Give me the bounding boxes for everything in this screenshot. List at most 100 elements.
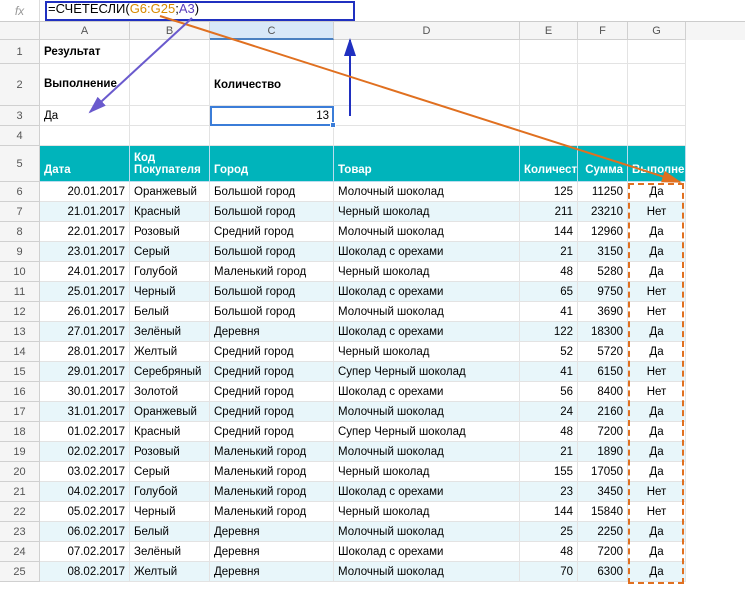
row-header[interactable]: 8 bbox=[0, 222, 40, 242]
cell-buyer[interactable]: Розовый bbox=[130, 222, 210, 242]
cell-date[interactable]: 07.02.2017 bbox=[40, 542, 130, 562]
cell-product[interactable]: Молочный шоколад bbox=[334, 522, 520, 542]
cell-buyer[interactable]: Желтый bbox=[130, 342, 210, 362]
cell-product[interactable]: Шоколад с орехами bbox=[334, 482, 520, 502]
cell-done[interactable]: Да bbox=[628, 242, 686, 262]
cell-a3[interactable]: Да bbox=[40, 106, 130, 126]
cell-city[interactable]: Деревня bbox=[210, 542, 334, 562]
cell[interactable] bbox=[578, 40, 628, 64]
cell-qty[interactable]: 144 bbox=[520, 222, 578, 242]
cell-product[interactable]: Супер Черный шоколад bbox=[334, 422, 520, 442]
cell-city[interactable]: Маленький город bbox=[210, 262, 334, 282]
cell-product[interactable]: Шоколад с орехами bbox=[334, 322, 520, 342]
cell-sum[interactable]: 5280 bbox=[578, 262, 628, 282]
cell-date[interactable]: 29.01.2017 bbox=[40, 362, 130, 382]
cell-product[interactable]: Черный шоколад bbox=[334, 502, 520, 522]
cell-product[interactable]: Молочный шоколад bbox=[334, 222, 520, 242]
cell[interactable] bbox=[628, 40, 686, 64]
cell-city[interactable]: Деревня bbox=[210, 322, 334, 342]
cell-done[interactable]: Да bbox=[628, 262, 686, 282]
cell[interactable] bbox=[130, 64, 210, 106]
cell-date[interactable]: 03.02.2017 bbox=[40, 462, 130, 482]
cell[interactable] bbox=[130, 106, 210, 126]
cell-city[interactable]: Средний город bbox=[210, 422, 334, 442]
cell[interactable] bbox=[130, 126, 210, 146]
row-header[interactable]: 23 bbox=[0, 522, 40, 542]
cell-date[interactable]: 05.02.2017 bbox=[40, 502, 130, 522]
cell[interactable] bbox=[578, 106, 628, 126]
cell-product[interactable]: Черный шоколад bbox=[334, 342, 520, 362]
col-header-a[interactable]: A bbox=[40, 22, 130, 40]
cell-done[interactable]: Нет bbox=[628, 282, 686, 302]
cell-done[interactable]: Нет bbox=[628, 502, 686, 522]
fx-icon[interactable]: fx bbox=[0, 0, 40, 21]
cell-sum[interactable]: 15840 bbox=[578, 502, 628, 522]
cell-qty[interactable]: 125 bbox=[520, 182, 578, 202]
cell-qty[interactable]: 41 bbox=[520, 362, 578, 382]
cell-buyer[interactable]: Золотой bbox=[130, 382, 210, 402]
cell-city[interactable]: Большой город bbox=[210, 302, 334, 322]
col-header-e[interactable]: E bbox=[520, 22, 578, 40]
row-header[interactable]: 17 bbox=[0, 402, 40, 422]
cell-city[interactable]: Маленький город bbox=[210, 482, 334, 502]
cell-date[interactable]: 28.01.2017 bbox=[40, 342, 130, 362]
cell-done[interactable]: Да bbox=[628, 542, 686, 562]
cell-done[interactable]: Нет bbox=[628, 362, 686, 382]
cell-city[interactable]: Деревня bbox=[210, 522, 334, 542]
cell-city[interactable]: Деревня bbox=[210, 562, 334, 582]
cell-buyer[interactable]: Голубой bbox=[130, 262, 210, 282]
cell-date[interactable]: 21.01.2017 bbox=[40, 202, 130, 222]
cell-qty[interactable]: 144 bbox=[520, 502, 578, 522]
cell[interactable] bbox=[520, 40, 578, 64]
cell-buyer[interactable]: Зелёный bbox=[130, 542, 210, 562]
cell[interactable] bbox=[40, 126, 130, 146]
row-header[interactable]: 7 bbox=[0, 202, 40, 222]
row-header[interactable]: 12 bbox=[0, 302, 40, 322]
cell[interactable] bbox=[334, 126, 520, 146]
cell-qty[interactable]: 48 bbox=[520, 422, 578, 442]
cell-a2[interactable]: Выполнение bbox=[40, 64, 130, 106]
cell-sum[interactable]: 23210 bbox=[578, 202, 628, 222]
cell-sum[interactable]: 2250 bbox=[578, 522, 628, 542]
cell-city[interactable]: Средний город bbox=[210, 222, 334, 242]
row-header[interactable]: 2 bbox=[0, 64, 40, 106]
col-header-c[interactable]: C bbox=[210, 22, 334, 40]
cell-product[interactable]: Молочный шоколад bbox=[334, 562, 520, 582]
cell-sum[interactable]: 6150 bbox=[578, 362, 628, 382]
cell-qty[interactable]: 122 bbox=[520, 322, 578, 342]
row-header[interactable]: 13 bbox=[0, 322, 40, 342]
data-header-date[interactable]: Дата bbox=[40, 146, 130, 182]
cell-product[interactable]: Шоколад с орехами bbox=[334, 542, 520, 562]
row-header[interactable]: 9 bbox=[0, 242, 40, 262]
cell[interactable] bbox=[130, 40, 210, 64]
cell-city[interactable]: Маленький город bbox=[210, 462, 334, 482]
cell-done[interactable]: Да bbox=[628, 182, 686, 202]
cell-product[interactable]: Черный шоколад bbox=[334, 202, 520, 222]
cell-qty[interactable]: 70 bbox=[520, 562, 578, 582]
cell-product[interactable]: Молочный шоколад bbox=[334, 442, 520, 462]
cell-buyer[interactable]: Серый bbox=[130, 242, 210, 262]
cell-sum[interactable]: 3150 bbox=[578, 242, 628, 262]
cell-qty[interactable]: 211 bbox=[520, 202, 578, 222]
cell-buyer[interactable]: Серый bbox=[130, 462, 210, 482]
cell-done[interactable]: Да bbox=[628, 442, 686, 462]
cell-done[interactable]: Нет bbox=[628, 202, 686, 222]
data-header-done[interactable]: Выполнен bbox=[628, 146, 686, 182]
cell-date[interactable]: 02.02.2017 bbox=[40, 442, 130, 462]
row-header[interactable]: 11 bbox=[0, 282, 40, 302]
cell-product[interactable]: Черный шоколад bbox=[334, 462, 520, 482]
cell-qty[interactable]: 21 bbox=[520, 442, 578, 462]
cell-done[interactable]: Нет bbox=[628, 382, 686, 402]
cell-qty[interactable]: 41 bbox=[520, 302, 578, 322]
row-header[interactable]: 1 bbox=[0, 40, 40, 64]
cell-buyer[interactable]: Розовый bbox=[130, 442, 210, 462]
cell-sum[interactable]: 12960 bbox=[578, 222, 628, 242]
row-header[interactable]: 10 bbox=[0, 262, 40, 282]
cell-sum[interactable]: 7200 bbox=[578, 542, 628, 562]
cell-city[interactable]: Средний город bbox=[210, 382, 334, 402]
cell-buyer[interactable]: Серебряный bbox=[130, 362, 210, 382]
cell-c2[interactable]: Количество bbox=[210, 64, 334, 106]
cell-buyer[interactable]: Оранжевый bbox=[130, 182, 210, 202]
cell-date[interactable]: 01.02.2017 bbox=[40, 422, 130, 442]
data-header-buyer[interactable]: Код Покупателя bbox=[130, 146, 210, 182]
